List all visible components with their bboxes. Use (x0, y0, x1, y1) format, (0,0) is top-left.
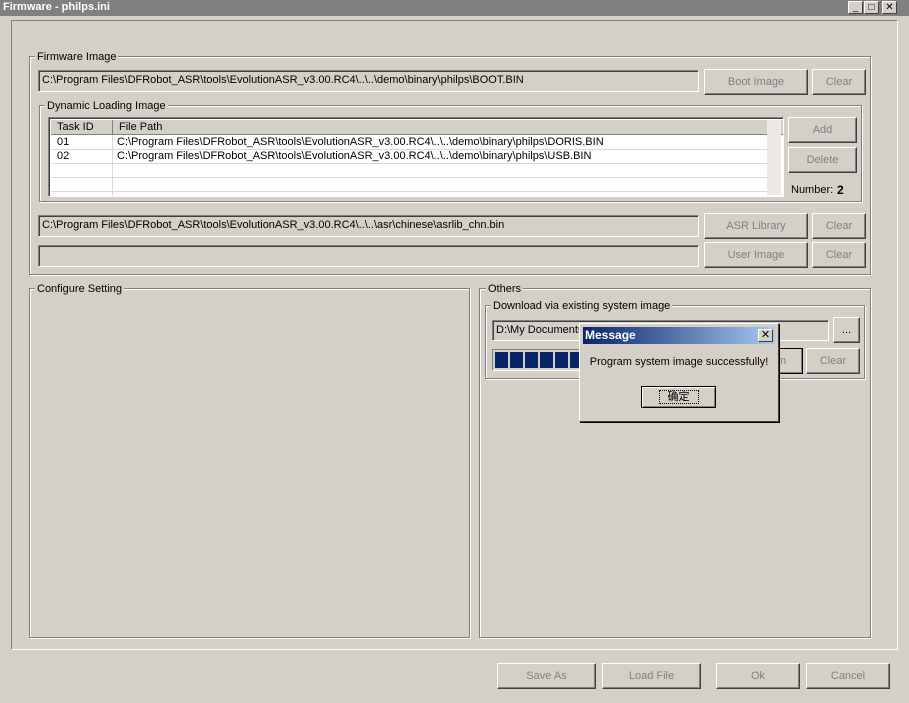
column-separator (112, 135, 113, 195)
download-system-image-label: Download via existing system image (491, 300, 673, 312)
progress-block (495, 352, 508, 368)
column-header-file-path[interactable]: File Path (113, 120, 769, 135)
cancel-button[interactable]: Cancel (806, 663, 890, 689)
configure-setting-label: Configure Setting (35, 283, 124, 295)
delete-button[interactable]: Delete (788, 147, 857, 173)
task-id-cell: 01 (57, 136, 70, 148)
user-image-path-field[interactable] (38, 245, 699, 267)
save-as-button[interactable]: Save As (497, 663, 596, 689)
asr-clear-button[interactable]: Clear (812, 213, 866, 239)
boot-image-path-field[interactable]: C:\Program Files\DFRobot_ASR\tools\Evolu… (38, 70, 699, 92)
message-dialog[interactable]: Message ✕ Program system image successfu… (579, 323, 779, 422)
dynamic-loading-label: Dynamic Loading Image (45, 100, 168, 112)
progress-block (555, 352, 568, 368)
minimize-button[interactable]: _ (848, 1, 863, 14)
task-id-cell: 02 (57, 150, 70, 162)
download-clear-button[interactable]: Clear (806, 348, 860, 374)
dialog-ok-label: 确定 (658, 390, 699, 404)
maximize-button[interactable]: □ (864, 1, 879, 14)
close-icon: ✕ (760, 329, 771, 341)
list-scrollbar[interactable] (767, 120, 781, 195)
window-titlebar[interactable]: Firmware - philps.ini _ □ ✕ (0, 0, 909, 16)
browse-button[interactable]: ... (833, 317, 860, 343)
table-row[interactable]: 02 C:\Program Files\DFRobot_ASR\tools\Ev… (51, 150, 771, 164)
table-row[interactable]: 01 C:\Program Files\DFRobot_ASR\tools\Ev… (51, 136, 771, 150)
close-button[interactable]: ✕ (882, 1, 897, 14)
ok-button[interactable]: Ok (716, 663, 800, 689)
configure-setting-group (29, 288, 470, 638)
dialog-message: Program system image successfully! (589, 356, 769, 368)
progress-block (510, 352, 523, 368)
progress-block (540, 352, 553, 368)
dialog-title: Message (585, 328, 636, 342)
maximize-icon: □ (868, 2, 875, 13)
user-clear-button[interactable]: Clear (812, 242, 866, 268)
minimize-icon: _ (852, 2, 859, 13)
add-button[interactable]: Add (788, 117, 857, 143)
number-value: 2 (837, 183, 844, 197)
dialog-titlebar[interactable]: Message ✕ (583, 327, 775, 344)
others-label: Others (486, 283, 524, 295)
dialog-close-button[interactable]: ✕ (758, 329, 773, 342)
column-header-task-id[interactable]: Task ID (51, 120, 113, 135)
user-image-button[interactable]: User Image (704, 242, 808, 268)
firmware-image-label: Firmware Image (35, 51, 119, 63)
table-row-empty[interactable] (51, 178, 771, 192)
file-path-cell: C:\Program Files\DFRobot_ASR\tools\Evolu… (117, 136, 604, 148)
number-label: Number: (791, 184, 834, 196)
boot-clear-button[interactable]: Clear (812, 69, 866, 95)
progress-block (525, 352, 538, 368)
load-file-button[interactable]: Load File (602, 663, 701, 689)
window-title: Firmware - philps.ini (3, 1, 110, 13)
asr-library-path-field[interactable]: C:\Program Files\DFRobot_ASR\tools\Evolu… (38, 215, 699, 237)
table-row-empty[interactable] (51, 164, 771, 178)
dynamic-image-list[interactable]: Task ID File Path 01 C:\Program Files\DF… (48, 117, 784, 197)
asr-library-button[interactable]: ASR Library (704, 213, 808, 239)
file-path-cell: C:\Program Files\DFRobot_ASR\tools\Evolu… (117, 150, 592, 162)
close-icon: ✕ (885, 2, 894, 13)
dialog-ok-button[interactable]: 确定 (640, 385, 717, 409)
boot-image-button[interactable]: Boot Image (704, 69, 808, 95)
